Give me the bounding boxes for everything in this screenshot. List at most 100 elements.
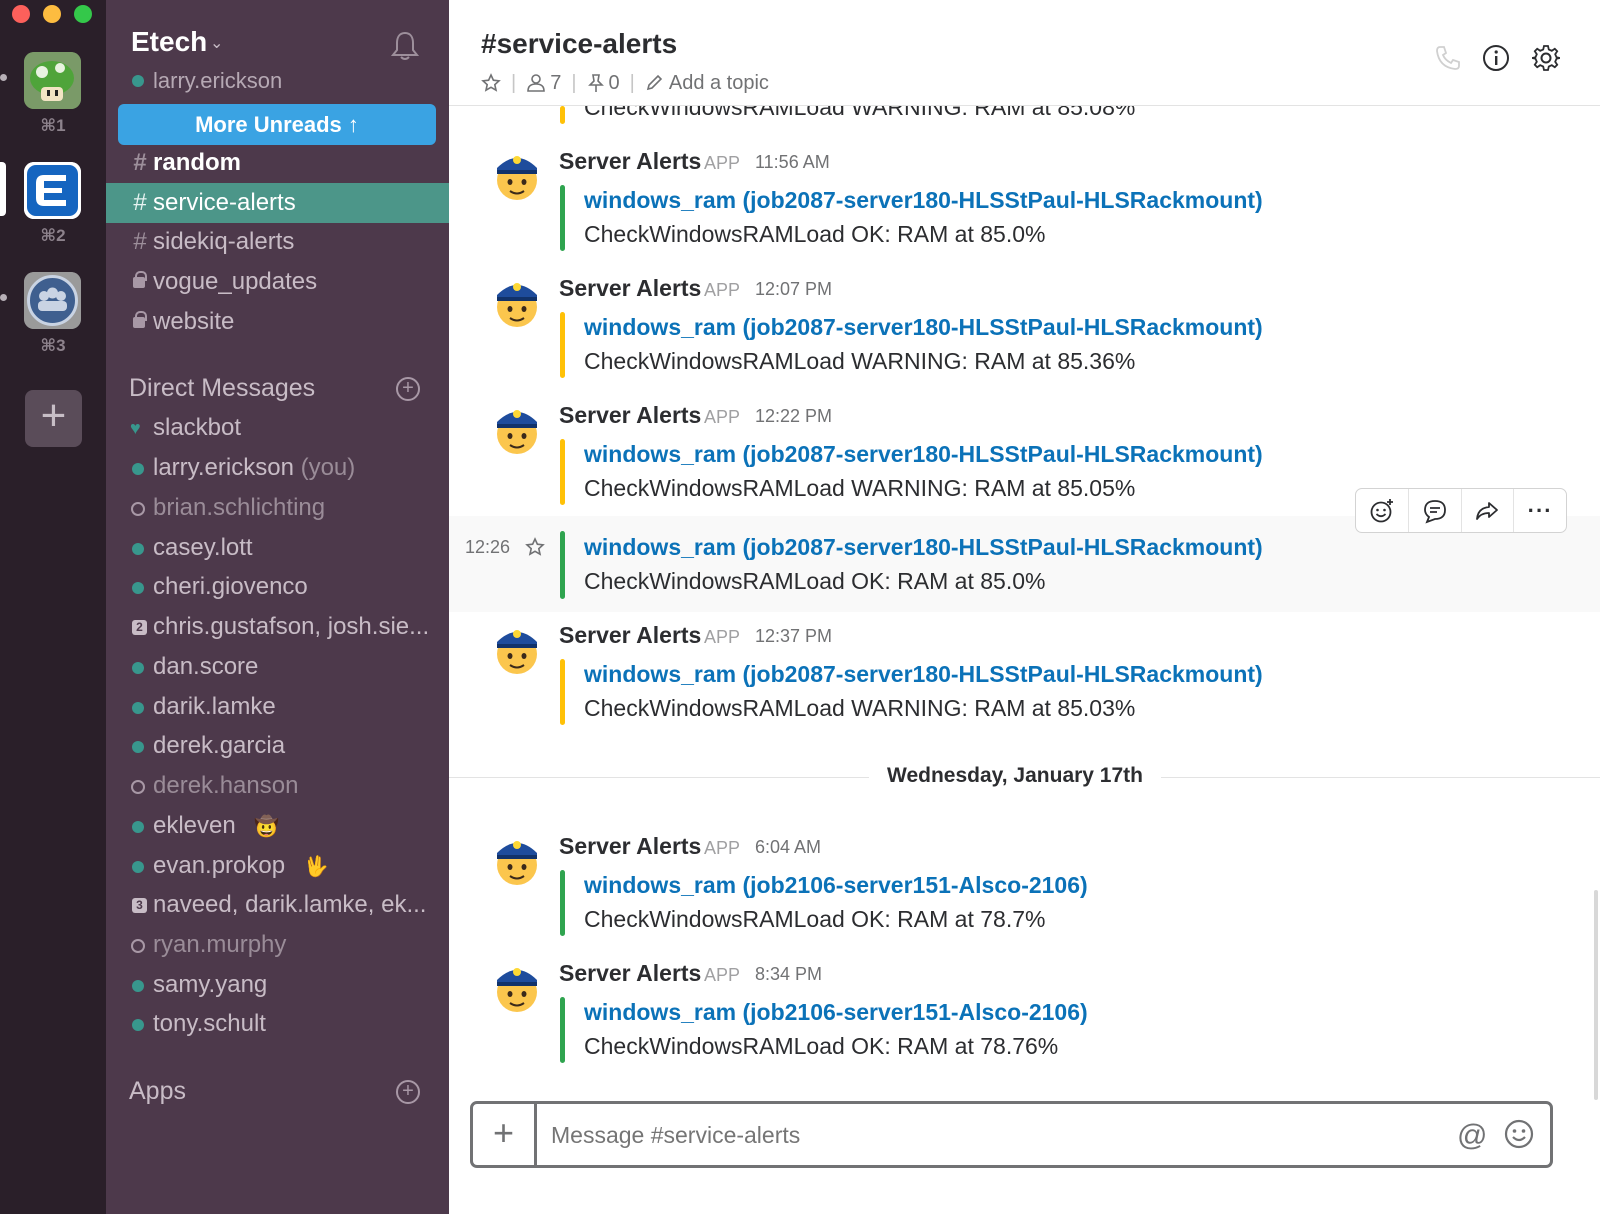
attach-file-button[interactable]: + xyxy=(473,1104,537,1165)
team-3-button[interactable] xyxy=(24,272,81,329)
message-composer: + @ xyxy=(470,1101,1553,1168)
attachment-link[interactable]: windows_ram (job2087-server180-HLSStPaul… xyxy=(584,187,1263,214)
attachment-link[interactable]: windows_ram (job2087-server180-HLSStPaul… xyxy=(584,661,1263,688)
sender-name[interactable]: Server Alerts xyxy=(559,960,701,987)
dm-darik-lamke[interactable]: darik.lamke xyxy=(106,687,449,727)
group-count-badge: 3 xyxy=(132,898,147,913)
share-message-button[interactable] xyxy=(1462,489,1515,532)
add-app-icon[interactable]: + xyxy=(396,1080,420,1104)
channel-website[interactable]: website xyxy=(106,302,449,342)
channel-sidekiq-alerts[interactable]: # sidekiq-alerts xyxy=(106,222,449,262)
chevron-down-icon[interactable]: ⌄ xyxy=(210,33,223,53)
attachment-text: CheckWindowsRAMLoad OK: RAM at 85.0% xyxy=(584,568,1046,594)
current-user-name[interactable]: larry.erickson xyxy=(153,68,282,94)
channel-vogue-updates[interactable]: vogue_updates xyxy=(106,262,449,302)
dm-derek-garcia[interactable]: derek.garcia xyxy=(106,726,449,766)
message[interactable]: Server Alerts APP 12:07 PM windows_ram (… xyxy=(449,265,1600,385)
message[interactable]: Server Alerts APP 11:56 AM windows_ram (… xyxy=(449,138,1600,258)
sender-name[interactable]: Server Alerts xyxy=(559,833,701,860)
dm-group-chris-josh[interactable]: 2 chris.gustafson, josh.sie... xyxy=(106,607,449,647)
message-timestamp[interactable]: 12:37 PM xyxy=(755,626,832,647)
add-dm-icon[interactable]: + xyxy=(396,377,420,401)
window-zoom-button[interactable] xyxy=(74,5,92,23)
dm-group-naveed[interactable]: 3 naveed, darik.lamke, ek... xyxy=(106,885,449,925)
message-timestamp[interactable]: 12:07 PM xyxy=(755,279,832,300)
channel-title[interactable]: #service-alerts xyxy=(481,28,677,60)
attachment-link[interactable]: windows_ram (job2087-server180-HLSStPaul… xyxy=(584,314,1263,341)
message[interactable]: Server Alerts APP 12:37 PM windows_ram (… xyxy=(449,612,1600,732)
channel-label: sidekiq-alerts xyxy=(153,228,295,255)
dm-ryan-murphy[interactable]: ryan.murphy xyxy=(106,925,449,965)
sender-name[interactable]: Server Alerts xyxy=(559,402,701,429)
attachment-text: CheckWindowsRAMLoad WARNING: RAM at 85.3… xyxy=(584,348,1136,374)
attachment-link[interactable]: windows_ram (job2106-server151-Alsco-210… xyxy=(584,999,1088,1026)
window-minimize-button[interactable] xyxy=(43,5,61,23)
star-icon[interactable] xyxy=(481,73,501,93)
add-reaction-button[interactable] xyxy=(1356,489,1409,532)
message-timestamp[interactable]: 12:22 PM xyxy=(755,406,832,427)
dm-derek-hanson[interactable]: derek.hanson xyxy=(106,766,449,806)
message-timestamp[interactable]: 11:56 AM xyxy=(755,152,830,173)
mention-icon[interactable]: @ xyxy=(1457,1119,1487,1153)
add-team-button[interactable]: + xyxy=(25,390,82,447)
attachment-link[interactable]: windows_ram (job2087-server180-HLSStPaul… xyxy=(584,534,1263,561)
team-2-button[interactable] xyxy=(24,162,81,219)
message-timestamp[interactable]: 8:34 PM xyxy=(755,964,822,985)
presence-online-icon xyxy=(132,463,144,475)
dm-ekleven[interactable]: ekleven 🤠 xyxy=(106,806,449,846)
more-unreads-button[interactable]: More Unreads ↑ xyxy=(118,104,436,145)
team-1-button[interactable] xyxy=(24,52,81,109)
attachment-link[interactable]: windows_ram (job2106-server151-Alsco-210… xyxy=(584,872,1088,899)
team-3-shortcut: ⌘3 xyxy=(40,336,66,355)
police-officer-emoji-icon xyxy=(497,156,537,200)
pin-icon[interactable] xyxy=(587,73,605,93)
sender-name[interactable]: Server Alerts xyxy=(559,275,701,302)
gear-icon[interactable] xyxy=(1532,44,1560,72)
dm-samy-yang[interactable]: samy.yang xyxy=(106,965,449,1005)
presence-online-icon xyxy=(132,75,144,87)
dm-label: darik.lamke xyxy=(153,693,276,720)
bell-icon[interactable] xyxy=(390,30,420,62)
sender-name[interactable]: Server Alerts xyxy=(559,622,701,649)
member-count[interactable]: 7 xyxy=(550,72,561,95)
dm-dan-score[interactable]: dan.score xyxy=(106,647,449,687)
phone-icon[interactable] xyxy=(1434,44,1462,72)
apps-header[interactable]: Apps xyxy=(129,1077,186,1106)
window-close-button[interactable] xyxy=(12,5,30,23)
message[interactable]: Server Alerts APP 8:34 PM windows_ram (j… xyxy=(449,950,1600,1070)
message-input[interactable] xyxy=(551,1122,1431,1149)
channel-service-alerts[interactable]: # service-alerts xyxy=(106,183,449,223)
message-timestamp[interactable]: 6:04 AM xyxy=(755,837,821,858)
member-icon[interactable] xyxy=(526,73,546,93)
message[interactable]: Server Alerts APP 6:04 AM windows_ram (j… xyxy=(449,823,1600,943)
dm-brian-schlichting[interactable]: brian.schlichting xyxy=(106,488,449,528)
police-officer-emoji-icon xyxy=(497,841,537,885)
dm-casey-lott[interactable]: casey.lott xyxy=(106,528,449,568)
emoji-picker-icon[interactable] xyxy=(1503,1118,1535,1150)
direct-messages-header[interactable]: Direct Messages xyxy=(129,374,315,403)
channel-random[interactable]: # random xyxy=(106,143,449,183)
attachment-bar-warning xyxy=(560,659,565,725)
attachment-link[interactable]: windows_ram (job2087-server180-HLSStPaul… xyxy=(584,441,1263,468)
add-topic-link[interactable]: Add a topic xyxy=(669,72,769,95)
start-thread-button[interactable] xyxy=(1409,489,1462,532)
pin-count[interactable]: 0 xyxy=(609,72,620,95)
more-actions-button[interactable]: ··· xyxy=(1514,489,1566,532)
star-icon[interactable] xyxy=(525,537,545,557)
dm-cheri-giovenco[interactable]: cheri.giovenco xyxy=(106,567,449,607)
dm-tony-schult[interactable]: tony.schult xyxy=(106,1004,449,1044)
dm-evan-prokop[interactable]: evan.prokop 🖖 xyxy=(106,846,449,886)
day-divider-label[interactable]: Wednesday, January 17th xyxy=(869,764,1161,788)
info-icon[interactable] xyxy=(1482,44,1510,72)
pencil-icon[interactable] xyxy=(645,74,663,92)
message-timestamp[interactable]: 12:26 xyxy=(465,537,510,558)
sender-name[interactable]: Server Alerts xyxy=(559,148,701,175)
channel-label: website xyxy=(153,308,235,335)
scrollbar[interactable] xyxy=(1594,890,1598,1100)
dm-larry-erickson[interactable]: larry.erickson (you) xyxy=(106,448,449,488)
attachment-bar-warning xyxy=(560,439,565,505)
mushroom-icon xyxy=(24,52,81,109)
dm-slackbot[interactable]: ♥ slackbot xyxy=(106,408,449,448)
team-name[interactable]: Etech xyxy=(131,26,207,58)
presence-online-icon xyxy=(132,741,144,753)
